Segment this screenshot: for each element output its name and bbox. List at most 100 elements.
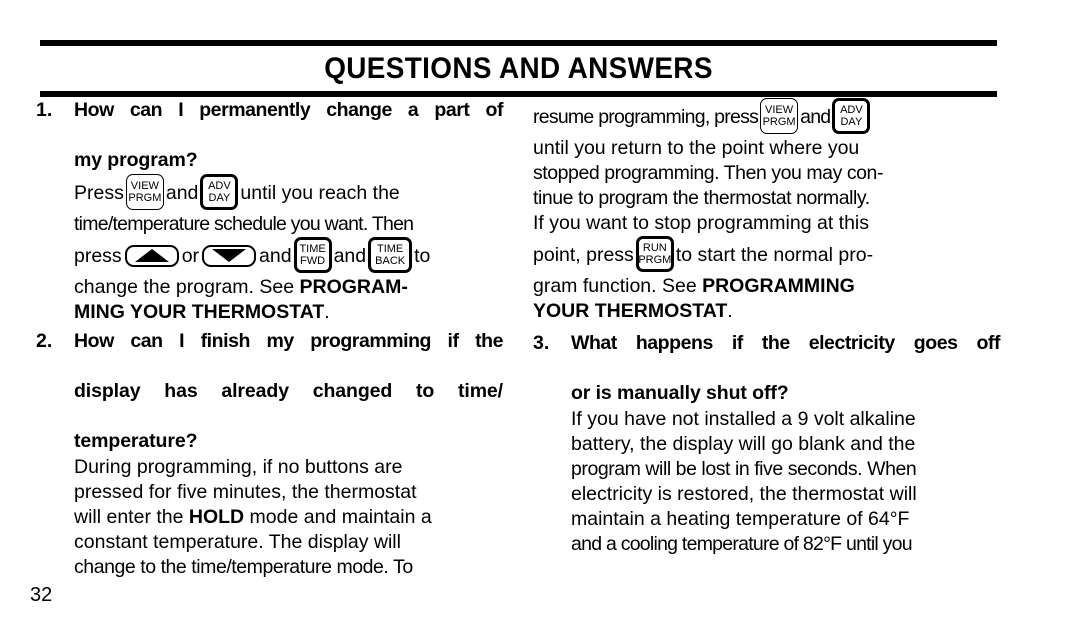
view-prgm-key-2[interactable]: VIEW PRGM (760, 97, 799, 134)
answer-1-line-3-part-d: and (333, 245, 367, 267)
adv-day-key-line-1: ADV (208, 179, 231, 192)
answer-2: During programming, if no buttons are pr… (36, 455, 503, 580)
answer-2-cont-line-4: tinue to program the thermostat normally… (533, 187, 870, 209)
qa-item-1: 1. How can I permanently change a part o… (36, 98, 503, 325)
question-1-text: How can I permanently change a part of m… (74, 98, 503, 173)
answer-1: Press VIEW PRGM and ADV DAY until you reach th… (36, 173, 503, 325)
answer-2-cont-line-6-part-a: point, press (533, 244, 634, 266)
run-prgm-key-line-2: PRGM (638, 253, 672, 266)
question-3-line-1: What happens if the electricity goes off (571, 332, 1000, 354)
view-prgm-key-line-1: VIEW (130, 179, 159, 192)
question-1-line-1: How can I permanently change a part of (74, 99, 503, 121)
answer-1-line-5-bold: MING YOUR THERMOSTAT (74, 301, 325, 323)
question-1-row: 1. How can I permanently change a part o… (36, 98, 503, 173)
answer-2-cont-line-3: stopped programming. Then you may con- (533, 162, 883, 184)
question-2-row: 2. How can I finish my programming if th… (36, 329, 503, 454)
adv-day-key-2[interactable]: ADV DAY (832, 97, 871, 134)
answer-3-line-6: and a cooling temperature of 82°F until … (571, 533, 913, 555)
answer-1-line-3: press or and TIME FWD and TIME BACK to (74, 236, 503, 275)
time-fwd-key[interactable]: TIME FWD (293, 236, 332, 273)
question-1-number: 1. (36, 99, 53, 121)
answer-2-line-3-part-a: will enter the (74, 506, 189, 528)
answer-2-cont-line-2: until you return to the point where you (533, 137, 860, 159)
down-arrow-key[interactable] (202, 244, 257, 267)
answer-2-cont-line-7: gram function. See PROGRAMMING (533, 274, 1000, 299)
time-back-key-line-1: TIME (376, 242, 404, 255)
answer-2-cont-line-1-part-a: resume programming, press (533, 106, 759, 128)
question-2-line-3: temperature? (74, 430, 198, 452)
answer-1-line-4: change the program. See PROGRAM- (74, 275, 503, 300)
answer-2-continuation: resume programming, press VIEW PRGM and ADV D… (533, 97, 1000, 324)
question-3-row: 3. What happens if the electricity goes … (533, 331, 1000, 406)
question-1-line-2: my program? (74, 149, 198, 171)
answer-1-line-3-part-b: or (181, 245, 200, 267)
answer-2-cont-line-8-tail: . (727, 300, 733, 322)
answer-2-cont-line-7-bold: PROGRAMMING (702, 275, 855, 297)
view-prgm-key[interactable]: VIEW PRGM (125, 173, 164, 210)
adv-day-key-2-line-2: DAY (840, 115, 863, 128)
answer-3-line-1: If you have not installed a 9 volt alkal… (571, 408, 916, 430)
answer-1-line-3-part-c: and (259, 245, 292, 267)
answer-2-cont-line-6: point, press RUN PRGM to start the normal p… (533, 235, 1000, 274)
answer-3-line-5: maintain a heating temperature of 64°F (571, 508, 910, 530)
right-column: resume programming, press VIEW PRGM and ADV D… (533, 97, 1000, 559)
view-prgm-key-2-line-2: PRGM (762, 115, 796, 128)
question-2-line-2: display has already changed to time/ (74, 380, 503, 402)
answer-2-cont-line-5: If you want to stop programming at this (533, 212, 869, 234)
question-3-number: 3. (533, 332, 550, 354)
answer-2-line-4: constant temperature. The display will (74, 531, 401, 553)
time-fwd-key-line-2: FWD (300, 254, 326, 267)
question-3-line-2: or is manually shut off? (571, 382, 789, 404)
answer-1-line-1-part-c: until you reach the (240, 182, 400, 204)
answer-2-line-3: will enter the HOLD mode and maintain a (74, 505, 503, 530)
answer-1-line-3-part-e: to (414, 245, 431, 267)
time-back-key[interactable]: TIME BACK (368, 236, 413, 273)
view-prgm-key-2-line-1: VIEW (765, 103, 794, 116)
answer-2-line-2: pressed for five minutes, the thermostat (74, 481, 417, 503)
question-2-number: 2. (36, 330, 53, 352)
answer-2-cont-line-7-text: gram function. See (533, 275, 703, 297)
qa-item-2: 2. How can I finish my programming if th… (36, 329, 503, 580)
answer-3-line-2: battery, the display will go blank and t… (571, 433, 916, 455)
answer-1-line-3-part-a: press (74, 245, 122, 267)
answer-1-line-1: Press VIEW PRGM and ADV DAY until you reach th… (74, 173, 503, 212)
answer-1-line-1-part-b: and (165, 182, 199, 204)
question-2-text: How can I finish my programming if the d… (74, 329, 503, 454)
answer-2-line-3-bold: HOLD (188, 506, 245, 528)
answer-3-line-4: electricity is restored, the thermostat … (571, 483, 917, 505)
adv-day-key-line-2: DAY (208, 191, 231, 204)
qa-item-3: 3. What happens if the electricity goes … (533, 331, 1000, 557)
answer-1-line-1-part-a: Press (74, 182, 124, 204)
answer-2-cont-line-8: YOUR THERMOSTAT. (533, 299, 1000, 324)
answer-1-line-4-text: change the program. See (74, 276, 300, 298)
answer-3-line-3: program will be lost in five seconds. Wh… (571, 458, 917, 480)
up-arrow-key[interactable] (124, 244, 179, 267)
answer-2-cont-line-1-part-b: and (800, 106, 831, 128)
answer-3: If you have not installed a 9 volt alkal… (533, 407, 1000, 557)
page-header: QUESTIONS AND ANSWERS (40, 40, 997, 97)
adv-day-key-2-line-1: ADV (840, 103, 863, 116)
adv-day-key[interactable]: ADV DAY (200, 173, 239, 210)
answer-2-cont-line-1: resume programming, press VIEW PRGM and ADV D… (533, 97, 1000, 136)
run-prgm-key-line-1: RUN (642, 241, 667, 254)
answer-2-line-5: change to the time/temperature mode. To (74, 556, 413, 578)
view-prgm-key-line-2: PRGM (128, 191, 162, 204)
answer-2-cont-line-8-bold: YOUR THERMOSTAT (533, 300, 728, 322)
question-2-line-1: How can I finish my programming if the (74, 330, 503, 352)
document-page: QUESTIONS AND ANSWERS 1. How can I perma… (0, 0, 1080, 623)
page-title: QUESTIONS AND ANSWERS (324, 52, 713, 85)
down-arrow-icon (212, 249, 247, 263)
answer-1-line-4-bold: PROGRAM- (299, 276, 408, 298)
answer-2-cont-line-6-part-b: to start the normal pro- (675, 244, 874, 266)
up-arrow-icon (134, 249, 169, 263)
header-rule-top (40, 40, 997, 46)
content-columns: 1. How can I permanently change a part o… (0, 97, 1080, 598)
answer-1-line-5: MING YOUR THERMOSTAT. (74, 300, 503, 325)
time-fwd-key-line-1: TIME (299, 242, 326, 255)
left-column: 1. How can I permanently change a part o… (36, 98, 503, 582)
page-number: 32 (30, 584, 53, 606)
answer-1-line-2: time/temperature schedule you want. Then (74, 213, 414, 235)
time-back-key-line-2: BACK (375, 254, 406, 267)
answer-1-line-5-tail: . (324, 301, 330, 323)
run-prgm-key[interactable]: RUN PRGM (635, 235, 674, 272)
